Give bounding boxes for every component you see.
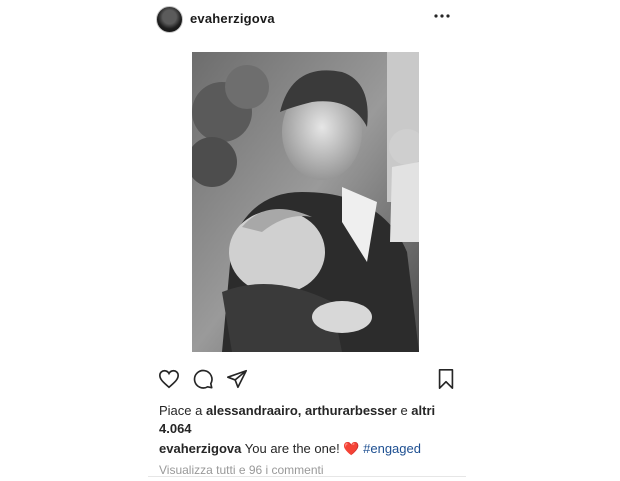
hashtag-link[interactable]: #engaged <box>363 441 421 456</box>
likes-others-count[interactable]: 4.064 <box>159 421 192 436</box>
likes-conjunction: e <box>400 403 408 418</box>
paper-plane-icon[interactable] <box>226 368 248 390</box>
avatar[interactable] <box>156 6 183 33</box>
heart-outline-icon[interactable] <box>158 368 180 390</box>
caption-username[interactable]: evaherzigova <box>159 441 241 456</box>
photo-illustration <box>192 52 419 352</box>
more-options-icon[interactable] <box>434 11 450 21</box>
post-bottom-divider <box>148 476 466 477</box>
view-all-comments-link[interactable]: Visualizza tutti e 96 i commenti <box>159 463 324 477</box>
post-photo[interactable] <box>192 52 419 352</box>
likes-prefix: Piace a <box>159 403 203 418</box>
comment-bubble-icon[interactable] <box>192 368 214 390</box>
post-header: evaherzigova <box>148 6 470 38</box>
caption-text: You are the one! <box>244 441 340 456</box>
red-heart-emoji: ❤️ <box>343 441 360 456</box>
likes-separator: , <box>297 403 302 418</box>
liker-user-1[interactable]: alessandraairo <box>206 403 298 418</box>
post-caption: evaherzigova You are the one! ❤️ #engage… <box>159 441 469 457</box>
bookmark-icon[interactable] <box>436 368 456 390</box>
liker-user-2[interactable]: arthurarbesser <box>305 403 397 418</box>
post-actions <box>148 368 470 392</box>
post-username[interactable]: evaherzigova <box>190 11 275 26</box>
likes-others-label[interactable]: altri <box>411 403 435 418</box>
instagram-post: evaherzigova Piace a alessandraairo, art… <box>148 0 470 481</box>
likes-summary[interactable]: Piace a alessandraairo, arthurarbesser e… <box>159 402 459 438</box>
